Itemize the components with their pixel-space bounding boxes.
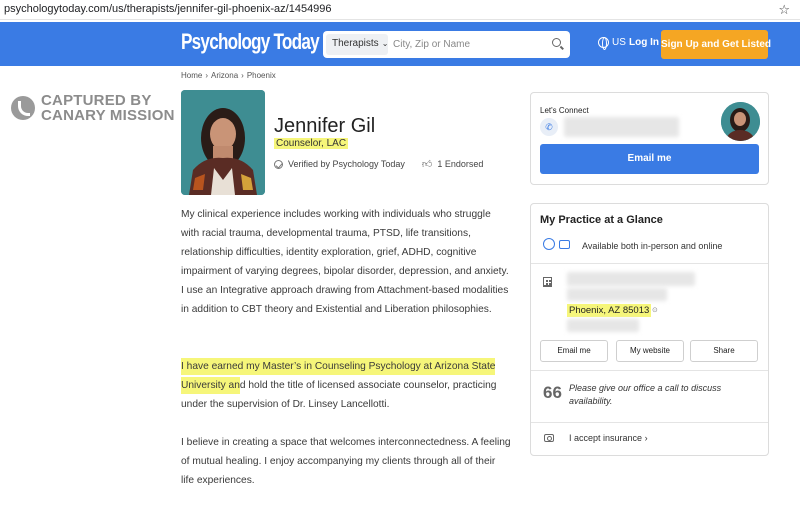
call-note: Please give our office a call to discuss… (569, 383, 722, 406)
site-header: Psychology Today Therapists⌄ US Log In S… (0, 22, 800, 66)
email-me-button[interactable]: Email me (540, 144, 759, 174)
insurance-card-icon (544, 434, 554, 442)
practice-title: My Practice at a Glance (540, 214, 663, 226)
therapist-avatar (721, 102, 760, 141)
quote-icon: 66 (543, 383, 562, 402)
verification-row: Verified by Psychology Today 👍︎ 1 Endors… (274, 158, 483, 170)
chevron-right-icon: › (644, 433, 648, 443)
breadcrumb-separator: › (205, 71, 209, 80)
globe-icon (598, 37, 609, 50)
locale-selector[interactable]: US (598, 37, 626, 50)
breadcrumb: Home › Arizona › Phoenix (181, 71, 276, 80)
verified-check-icon (274, 159, 283, 169)
practice-email-button[interactable]: Email me (540, 340, 608, 362)
redacted-practice-name (567, 272, 695, 286)
search-category-label: Therapists (332, 38, 379, 49)
practice-website-button[interactable]: My website (616, 340, 684, 362)
phone-icon[interactable]: ✆ (540, 118, 558, 136)
bio-paragraph-3: I believe in creating a space that welco… (181, 437, 511, 486)
divider (531, 370, 768, 371)
watermark-line-2: CANARY MISSION (41, 107, 175, 124)
therapist-name: Jennifer Gil (274, 115, 376, 137)
video-icon (559, 240, 570, 249)
divider (531, 422, 768, 423)
map-pin-icon[interactable]: ⊙ (652, 306, 658, 314)
url-text[interactable]: psychologytoday.com/us/therapists/jennif… (4, 3, 332, 15)
redacted-phone (567, 319, 639, 332)
locale-label: US (612, 37, 626, 48)
divider (531, 263, 768, 264)
breadcrumb-home[interactable]: Home (181, 71, 202, 80)
breadcrumb-separator: › (241, 71, 244, 80)
login-link[interactable]: Log In (629, 37, 659, 48)
practice-at-a-glance-card: My Practice at a Glance Available both i… (530, 203, 769, 456)
canary-bird-icon (11, 96, 35, 120)
canary-mission-watermark: CAPTURED BY CANARY MISSION (11, 93, 175, 123)
practice-city: Phoenix, AZ 85013 (567, 304, 652, 317)
search-category-select[interactable]: Therapists ⌄ (326, 34, 388, 55)
insurance-link[interactable]: I accept insurance › (569, 433, 648, 443)
watermark-text: CAPTURED BY CANARY MISSION (41, 93, 175, 123)
thumbs-up-icon: 👍︎ (421, 159, 433, 170)
site-logo[interactable]: Psychology Today (181, 29, 320, 55)
search-icon[interactable] (552, 38, 561, 47)
search-bar: Therapists ⌄ (323, 31, 570, 58)
therapist-credentials: Counselor, LAC (274, 138, 349, 149)
practice-share-button[interactable]: Share (690, 340, 758, 362)
browser-address-bar[interactable]: psychologytoday.com/us/therapists/jennif… (0, 0, 800, 20)
lets-connect-card: Let's Connect ✆ Email me (530, 92, 769, 185)
redacted-phone-number (564, 117, 679, 137)
availability-text: Available both in-person and online (582, 241, 723, 251)
avatar-image (721, 102, 760, 141)
bookmark-star-icon[interactable]: ☆ (778, 2, 790, 18)
signup-button[interactable]: Sign Up and Get Listed (661, 30, 771, 59)
redacted-street-address (567, 288, 667, 301)
chevron-down-icon: ⌄ (381, 39, 389, 48)
verified-label[interactable]: Verified by Psychology Today (288, 159, 405, 169)
bio-paragraph-1: My clinical experience includes working … (181, 209, 509, 315)
building-icon (543, 277, 552, 287)
watermark-line-1: CAPTURED BY (41, 92, 152, 109)
in-person-icon (543, 238, 555, 250)
profile-photo (181, 90, 265, 195)
insurance-label: I accept insurance (569, 433, 643, 443)
profile-photo-image (181, 90, 265, 195)
bio-paragraph-2: I have earned my Master’s in Counseling … (181, 357, 511, 414)
breadcrumb-city[interactable]: Phoenix (247, 71, 276, 80)
lets-connect-label: Let's Connect (540, 106, 589, 115)
session-mode-icons (543, 238, 570, 250)
endorsed-count[interactable]: 1 Endorsed (437, 159, 483, 169)
breadcrumb-state[interactable]: Arizona (211, 71, 238, 80)
search-input[interactable] (391, 34, 541, 55)
